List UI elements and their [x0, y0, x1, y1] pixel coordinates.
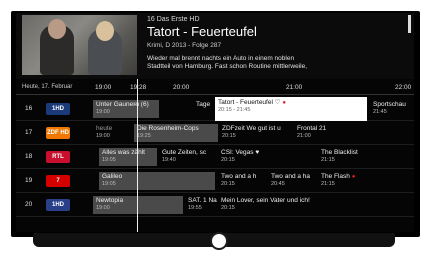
program-cell-selected[interactable]: Tatort - Feuerteufel ♡ ● 20:15 - 21:45 — [215, 97, 367, 121]
channel-number: 20 — [25, 201, 33, 208]
program-cell[interactable]: CSI: Vegas ♥ 20:15 — [218, 148, 314, 166]
channel-number: 18 — [25, 153, 33, 160]
time-tick: 19:00 — [95, 84, 112, 91]
program-cell[interactable]: Die Rosenheim-Cops 19:25 — [134, 124, 218, 142]
program-cell[interactable]: Alles was zählt 19:05 — [99, 148, 157, 166]
program-cell[interactable]: Mein Lover, sein Vater und ich! 20:15 — [218, 196, 414, 214]
tv-stand-knob — [210, 232, 228, 250]
detail-description: Wieder mal brennt nachts ein Auto in ein… — [147, 55, 308, 70]
program-cell[interactable]: SAT. 1 Nach19:55 — [185, 196, 217, 214]
program-cell[interactable]: The Blacklist 21:15 — [318, 148, 388, 166]
channel-row: 17 ZDF HD heute 19:00 Die Rosenheim-Cops 1… — [16, 121, 414, 145]
channel-row: 19 7 Galileo 19:05 Two and a h 20:15 Two a… — [16, 169, 414, 193]
program-cell[interactable]: Tage — [193, 100, 213, 118]
program-cell[interactable]: heute 19:00 — [93, 124, 133, 142]
channel-number: 17 — [25, 129, 33, 136]
tv-screen: 16 Das Erste HD Tatort - Feuerteufel Kri… — [16, 13, 414, 232]
program-cell[interactable]: Newtopia 19:00 — [93, 196, 183, 214]
program-cell[interactable]: Frontal 21 21:00 — [294, 124, 354, 142]
date-label: Heute, 17. Februar — [22, 84, 73, 90]
program-detail-panel: 16 Das Erste HD Tatort - Feuerteufel Kri… — [16, 13, 414, 79]
channel-logo: 7 — [46, 175, 70, 187]
channel-row: 20 1HD Newtopia19:00 SAT. 1 Nach19:55 Me… — [16, 193, 414, 217]
program-cell[interactable]: The Flash ● 21:15 — [318, 172, 388, 190]
channel-logo: ZDF HD — [46, 127, 70, 139]
program-thumbnail — [22, 15, 137, 75]
program-cell[interactable]: Unter Gauner̵n (6) 19:00 — [93, 100, 159, 118]
program-cell[interactable]: Sportschau 21:45 — [370, 100, 414, 118]
time-tick: 21:00 — [286, 84, 303, 91]
channel-row: 18 RTL Alles was zählt 19:05 Gute Zeiten,… — [16, 145, 414, 169]
detail-subtitle: Krimi, D 2013 - Folge 287 — [147, 42, 222, 49]
program-cell[interactable]: ZDFzeit We gut ist u 20:15 — [219, 124, 293, 142]
channel-number: 16 — [25, 105, 33, 112]
detail-channel: 16 Das Erste HD — [147, 16, 200, 23]
detail-title: Tatort - Feuerteufel — [147, 24, 257, 39]
scroll-indicator[interactable] — [408, 15, 411, 33]
channel-logo: 1HD — [46, 199, 70, 211]
timeline-header: Heute, 17. Februar 19:00 19:28 20:00 21:… — [16, 81, 414, 95]
time-tick: 22:00 — [395, 84, 412, 91]
time-tick: 20:00 — [173, 84, 190, 91]
time-tick-now: 19:28 — [130, 84, 147, 91]
program-cell[interactable]: Gute Zeiten, sc 19:40 — [159, 148, 215, 166]
channel-row: 16 1HD Unter Gauner̵n (6) 19:00 Tage Tato… — [16, 97, 414, 121]
channel-logo: RTL — [46, 151, 70, 163]
channel-number: 19 — [25, 177, 33, 184]
program-cell[interactable]: Two and a ha 20:45 — [268, 172, 316, 190]
program-cell[interactable]: Galileo 19:05 — [99, 172, 215, 190]
program-cell[interactable]: Two and a h 20:15 — [218, 172, 264, 190]
channel-logo: 1HD — [46, 103, 70, 115]
current-time-line — [137, 79, 138, 232]
